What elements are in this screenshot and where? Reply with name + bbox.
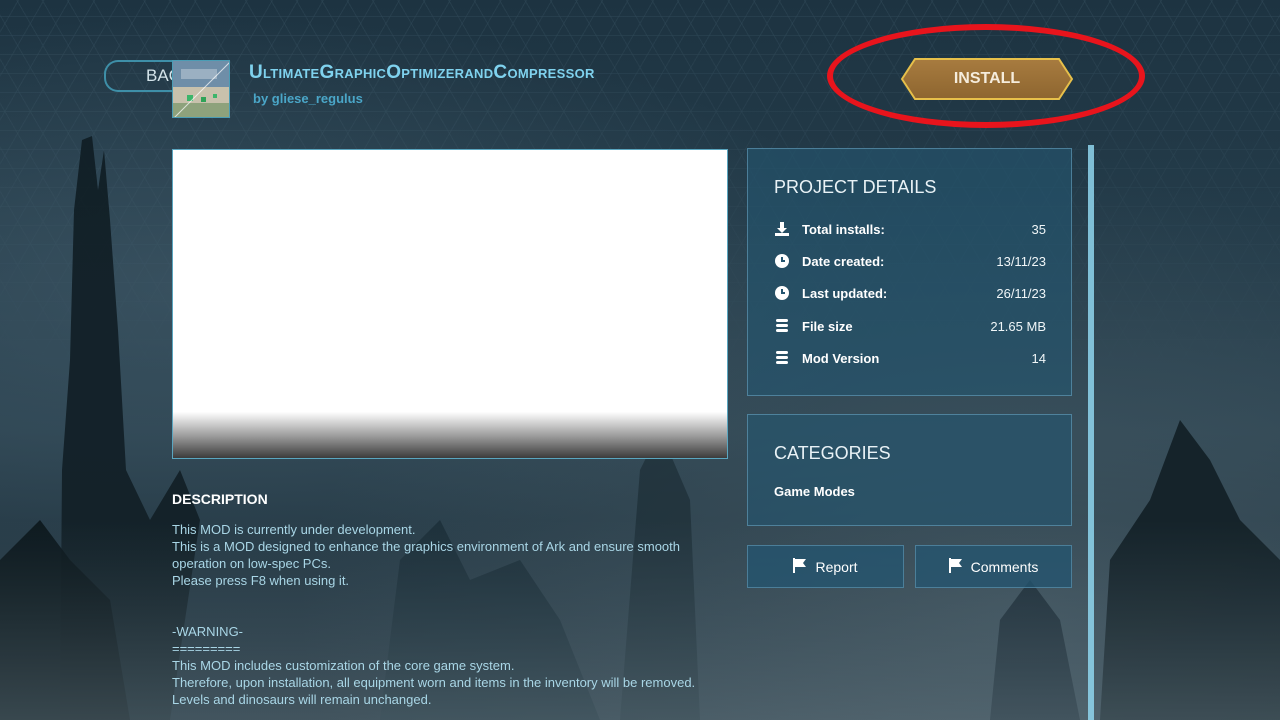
detail-value: 14: [1031, 350, 1046, 366]
detail-row-date-created: Date created: 13/11/23: [774, 250, 1046, 272]
detail-label: Last updated:: [802, 285, 888, 301]
detail-label: File size: [802, 318, 853, 334]
mod-thumbnail-image: [173, 61, 229, 117]
description-line: Therefore, upon installation, all equipm…: [172, 675, 696, 690]
download-icon: [774, 221, 802, 237]
comments-button-label: Comments: [970, 558, 1039, 575]
description-line: -WARNING-: [172, 624, 244, 639]
flag-icon: [793, 557, 807, 576]
scrollbar[interactable]: [1088, 145, 1094, 720]
clock-icon: [774, 285, 802, 301]
flag-icon: [948, 557, 963, 576]
clock-icon: [774, 253, 802, 269]
mod-preview-image: [172, 149, 728, 459]
description-heading: DESCRIPTION: [172, 491, 268, 507]
detail-value: 35: [1031, 221, 1046, 237]
project-details-title: PROJECT DETAILS: [774, 177, 937, 197]
install-button-label: INSTALL: [953, 70, 1021, 87]
mod-title: UltimateGraphicOptimizerandCompressor: [249, 62, 595, 83]
mod-author-link[interactable]: by gliese_regulus: [253, 91, 363, 106]
categories-panel: CATEGORIES Game Modes: [747, 414, 1072, 526]
detail-row-file-size: File size 21.65 MB: [774, 315, 1046, 337]
description-line: This MOD is currently under development.: [172, 522, 416, 537]
report-button-label: Report: [815, 558, 858, 575]
detail-value: 26/11/23: [996, 285, 1046, 301]
report-button[interactable]: Report: [747, 545, 904, 588]
detail-label: Total installs:: [802, 221, 885, 237]
description-text: This MOD is currently under development.…: [172, 521, 732, 708]
detail-value: 21.65 MB: [990, 318, 1046, 334]
detail-row-total-installs: Total installs: 35: [774, 218, 1046, 240]
detail-row-last-updated: Last updated: 26/11/23: [774, 282, 1046, 304]
description-line: Please press F8 when using it.: [172, 573, 350, 588]
comments-button[interactable]: Comments: [915, 545, 1072, 588]
database-icon: [774, 318, 802, 334]
database-icon: [774, 350, 802, 366]
description-line: This MOD includes customization of the c…: [172, 658, 515, 673]
detail-label: Mod Version: [802, 350, 880, 366]
detail-label: Date created:: [802, 253, 885, 269]
detail-value: 13/11/23: [996, 253, 1046, 269]
project-details-panel: PROJECT DETAILS Total installs: 35 Date …: [747, 148, 1072, 396]
categories-title: CATEGORIES: [774, 443, 891, 463]
description-line: =========: [172, 641, 241, 656]
detail-row-mod-version: Mod Version 14: [774, 347, 1046, 369]
mod-thumbnail: [172, 60, 230, 118]
description-line: Levels and dinosaurs will remain unchang…: [172, 692, 432, 707]
install-button[interactable]: INSTALL: [903, 60, 1071, 98]
description-line: This is a MOD designed to enhance the gr…: [172, 539, 681, 571]
category-item[interactable]: Game Modes: [774, 484, 855, 499]
